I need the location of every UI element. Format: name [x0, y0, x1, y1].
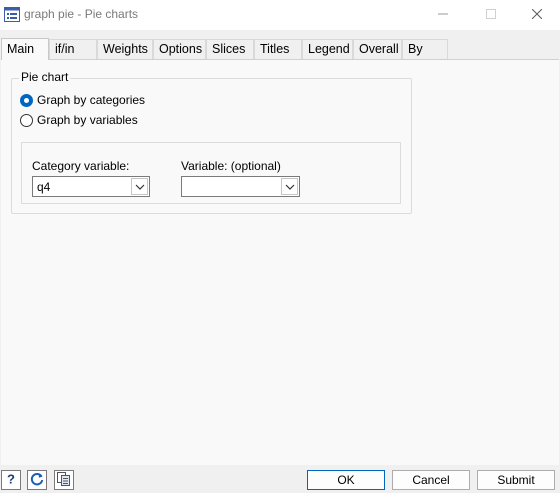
category-variable-combo[interactable]: q4 [32, 176, 150, 197]
dialog-icon [4, 7, 20, 22]
maximize-button[interactable] [468, 0, 514, 30]
cancel-button[interactable]: Cancel [392, 470, 470, 490]
close-button[interactable] [514, 0, 560, 30]
tab-slices[interactable]: Slices [206, 39, 254, 59]
radio-label: Graph by categories [37, 93, 146, 107]
tab-weights[interactable]: Weights [97, 39, 153, 59]
tab-legend[interactable]: Legend [302, 39, 353, 59]
category-variable-value[interactable]: q4 [37, 180, 50, 194]
tab-by[interactable]: By [402, 39, 448, 59]
radio-label: Graph by variables [37, 113, 138, 127]
tab-main[interactable]: Main [1, 38, 49, 60]
help-button[interactable]: ? [1, 470, 21, 490]
help-icon: ? [4, 471, 18, 489]
submit-button[interactable]: Submit [477, 470, 555, 490]
radio-graph-by-variables[interactable]: Graph by variables [20, 112, 138, 128]
chevron-down-icon[interactable] [281, 178, 298, 195]
radio-button-checked[interactable] [20, 93, 33, 107]
svg-text:?: ? [7, 472, 15, 486]
tab-strip: Main if/in Weights Options Slices Titles… [0, 38, 560, 60]
reset-button[interactable] [27, 470, 47, 490]
tab-titles[interactable]: Titles [254, 39, 302, 59]
radio-button[interactable] [20, 113, 33, 127]
dialog-footer: ? OK Cancel Submit [0, 465, 560, 493]
tab-overall[interactable]: Overall [353, 39, 402, 59]
minimize-icon [438, 8, 448, 22]
copy-command-icon [56, 471, 72, 490]
pie-chart-group-title: Pie chart [19, 70, 71, 84]
chevron-down-icon[interactable] [131, 178, 148, 195]
variable-optional-label: Variable: (optional) [181, 159, 281, 173]
tab-options[interactable]: Options [153, 39, 206, 59]
close-icon [531, 8, 543, 22]
tab-if-in[interactable]: if/in [49, 39, 97, 59]
title-bar: graph pie - Pie charts [0, 0, 560, 30]
window-title: graph pie - Pie charts [24, 7, 139, 21]
ok-button[interactable]: OK [307, 470, 385, 490]
variable-optional-combo[interactable] [181, 176, 300, 197]
category-variable-label: Category variable: [32, 159, 130, 173]
reset-icon [29, 471, 45, 490]
copy-command-button[interactable] [54, 470, 74, 490]
radio-graph-by-categories[interactable]: Graph by categories [20, 92, 145, 108]
maximize-icon [486, 8, 496, 22]
minimize-button[interactable] [420, 0, 466, 30]
